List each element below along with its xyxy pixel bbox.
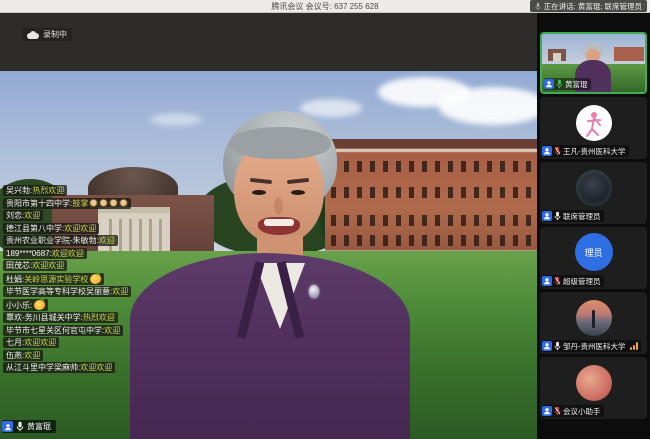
- participant-tile-huangfukun[interactable]: 黄富琨: [540, 32, 647, 94]
- cloud-shape: [438, 87, 537, 125]
- member-icon: [544, 79, 554, 89]
- member-icon: [542, 406, 552, 416]
- participant-tile-admin[interactable]: 理员 超级管理员: [540, 227, 647, 289]
- participants-sidebar: 黄富琨 王凡-贵州医科大学: [537, 13, 650, 439]
- chat-message: 杜娟: 关岭思源实验学校: [3, 273, 104, 285]
- member-icon: [542, 341, 552, 351]
- avatar-initials: 理员: [584, 246, 602, 259]
- chat-message: 贵阳市第十四中学: 鼓掌: [3, 198, 131, 209]
- speaking-indicator-badge: 正在讲话: 黄富琨; 联席管理员: [530, 0, 647, 12]
- member-icon: [542, 276, 552, 286]
- participant-name: 黄富琨: [565, 79, 588, 90]
- chat-overlay: 吴兴勃: 热烈欢迎 贵阳市第十四中学: 鼓掌 刘恋: 欢迎 德江县第八中学: 欢…: [3, 185, 131, 375]
- initials-avatar: 理员: [575, 233, 613, 271]
- speaker-person: [130, 111, 410, 439]
- mic-muted-icon: [554, 146, 561, 156]
- participant-name: 联席管理员: [563, 211, 601, 222]
- chat-message: 毕节市七星关区何官屯中学: 欢迎: [3, 325, 123, 336]
- tile-label: 邹丹-贵州医科大学: [542, 340, 641, 352]
- speaker-name: 黄富琨: [27, 421, 51, 432]
- mic-on-icon: [554, 211, 561, 221]
- mic-muted-icon: [554, 406, 561, 416]
- speaker-name-badge: 黄富琨: [2, 420, 56, 433]
- tile-label: 王凡-贵州医科大学: [542, 145, 629, 157]
- ballerina-avatar: [576, 105, 612, 141]
- speaking-indicator-text: 正在讲话: 黄富琨; 联席管理员: [544, 1, 642, 12]
- chat-message: 田茂芯: 欢迎欢迎: [3, 260, 67, 271]
- participant-name: 王凡-贵州医科大学: [563, 146, 626, 157]
- chat-message: 刘恋: 欢迎: [3, 210, 43, 221]
- chat-message: 德江县第八中学: 欢迎欢迎: [3, 223, 99, 234]
- participant-name: 超级管理员: [563, 276, 601, 287]
- clap-emoji: [99, 199, 108, 208]
- pink-photo-avatar: [576, 365, 612, 401]
- chat-message: 贵州农业职业学院-朱敏勃: 欢迎: [3, 235, 118, 246]
- tile-label: 联席管理员: [542, 210, 604, 222]
- chat-message: 189****0687: 欢迎欢迎: [3, 248, 87, 259]
- clap-emoji: [89, 199, 98, 208]
- participant-tile-cohost[interactable]: 联席管理员: [540, 162, 647, 224]
- mango-emoji: [90, 274, 101, 284]
- recording-indicator[interactable]: 录制中: [22, 28, 72, 41]
- mic-muted-icon: [554, 276, 561, 286]
- mango-emoji: [34, 300, 45, 310]
- tile-label: 会议小助手: [542, 405, 604, 417]
- participant-name: 邹丹-贵州医科大学: [563, 341, 626, 352]
- participant-tile-wangfan[interactable]: 王凡-贵州医科大学: [540, 97, 647, 159]
- participant-tile-zoudan[interactable]: 邹丹-贵州医科大学: [540, 292, 647, 354]
- member-icon: [542, 146, 552, 156]
- chat-message: 从江斗里中学梁麻帅: 欢迎欢迎: [3, 362, 115, 373]
- recording-label: 录制中: [43, 29, 67, 40]
- bangs: [229, 127, 331, 159]
- brooch: [309, 285, 319, 298]
- meeting-window: 腾讯会议 会议号: 637 255 628 正在讲话: 黄富琨; 联席管理员 录…: [0, 0, 650, 439]
- clap-emoji: [109, 199, 118, 208]
- mic-on-icon: [554, 341, 561, 351]
- mic-active-icon: [556, 79, 563, 89]
- participant-name: 会议小助手: [563, 406, 601, 417]
- signal-icon: [630, 342, 638, 350]
- chat-message: 覃欢-务川县城关中学: 热烈欢迎: [3, 312, 118, 323]
- chat-message: 毕节医学高等专科学校吴丽薏: 欢迎: [3, 286, 131, 297]
- member-icon: [542, 211, 552, 221]
- member-icon: [2, 421, 13, 432]
- mouth: [258, 217, 300, 235]
- mic-icon: [535, 2, 541, 11]
- tile-label: 超级管理员: [542, 275, 604, 287]
- chat-message: 吴兴勃: 热烈欢迎: [3, 185, 67, 196]
- cloud-recording-icon: [27, 31, 39, 39]
- participant-tile-assistant[interactable]: 会议小助手: [540, 357, 647, 419]
- dark-photo-avatar: [576, 170, 612, 206]
- mic-on-icon: [16, 421, 24, 432]
- chat-message: 小小乐:: [3, 299, 48, 311]
- chat-message: 伍燕: 欢迎: [3, 350, 43, 361]
- main-speaker-video[interactable]: 吴兴勃: 热烈欢迎 贵阳市第十四中学: 鼓掌 刘恋: 欢迎 德江县第八中学: 欢…: [0, 71, 537, 439]
- chat-message: 七月: 欢迎欢迎: [3, 337, 59, 348]
- sunset-photo-avatar: [576, 300, 612, 336]
- tile-label: 黄富琨: [544, 78, 591, 90]
- main-pane: 录制中: [0, 13, 537, 439]
- clap-emoji: [119, 199, 128, 208]
